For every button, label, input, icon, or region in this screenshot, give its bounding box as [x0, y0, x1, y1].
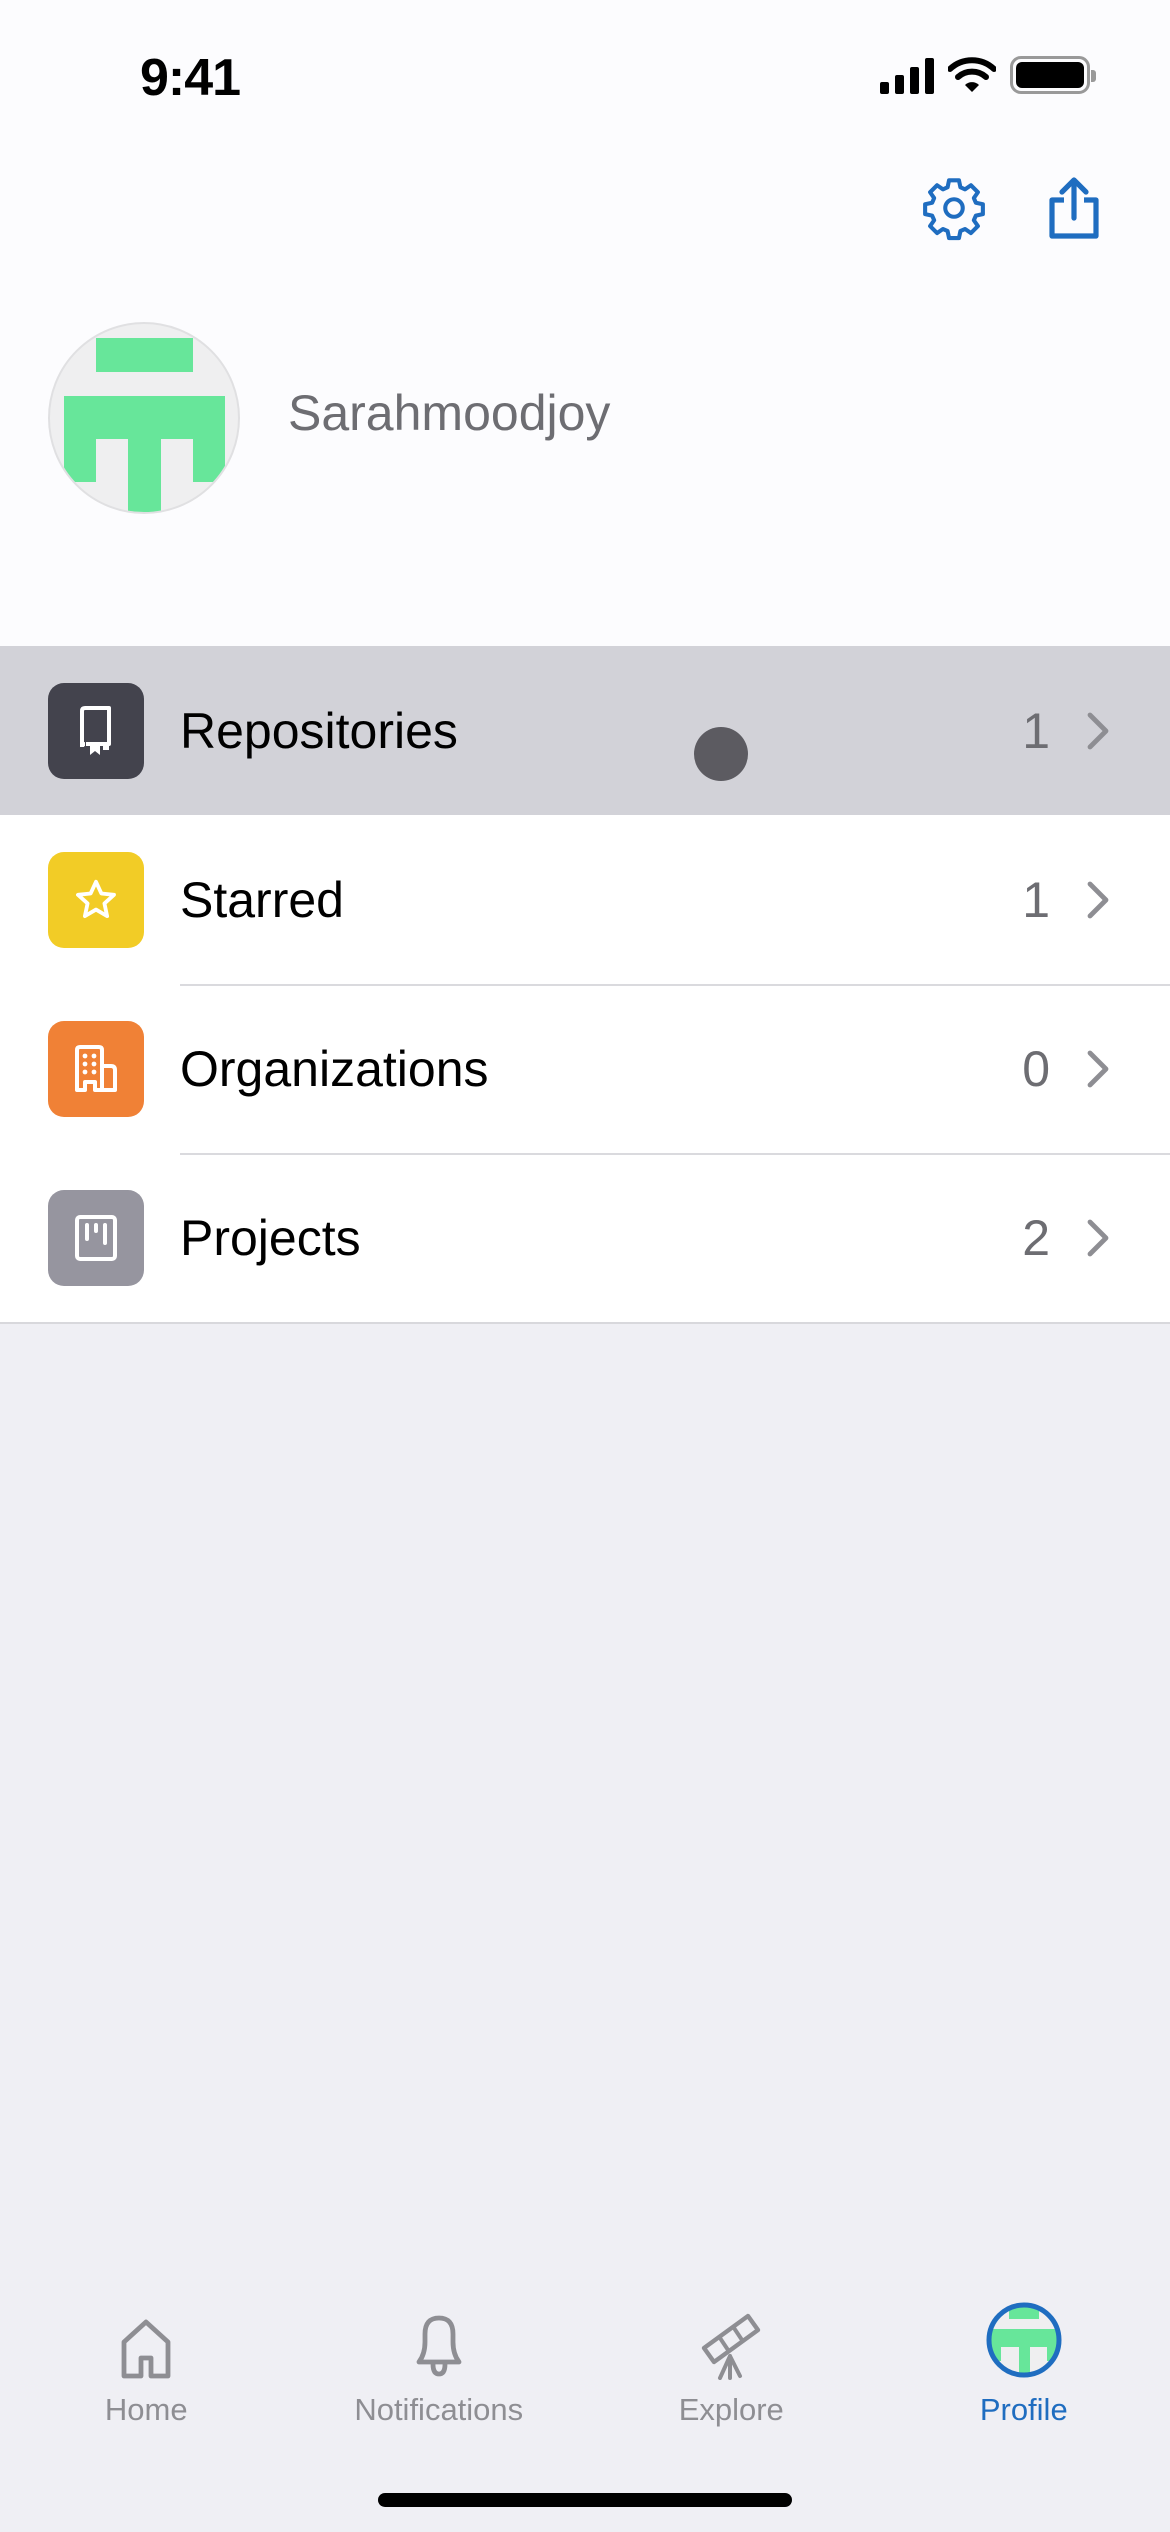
- wifi-icon: [948, 57, 996, 92]
- star-icon: [76, 879, 116, 918]
- tab-label: Notifications: [354, 2392, 524, 2427]
- tab-label: Home: [104, 2392, 188, 2427]
- avatar[interactable]: [48, 322, 240, 514]
- menu-item-label: Starred: [180, 871, 344, 928]
- organization-icon: [75, 1044, 117, 1092]
- identicon: [64, 338, 225, 512]
- tab-label: Profile: [979, 2392, 1068, 2427]
- chevron-right-icon: [1087, 881, 1109, 918]
- menu-item-projects[interactable]: Projects 2: [0, 1153, 1170, 1322]
- menu-item-repositories[interactable]: Repositories 1: [0, 646, 1170, 815]
- menu-item-count: 1: [1022, 871, 1050, 928]
- username: Sarahmoodjoy: [288, 385, 611, 441]
- profile-menu-list: Repositories 1 Starred 1 Organizations 0: [0, 646, 1170, 1324]
- battery-icon: [1010, 56, 1096, 94]
- tab-home[interactable]: Home: [0, 2290, 293, 2460]
- menu-item-label: Organizations: [180, 1040, 489, 1097]
- tab-notifications[interactable]: Notifications: [293, 2290, 586, 2460]
- share-button[interactable]: [1036, 170, 1112, 246]
- menu-item-label: Repositories: [180, 702, 458, 759]
- tab-profile[interactable]: Profile: [878, 2290, 1170, 2460]
- chevron-right-icon: [1087, 712, 1109, 749]
- status-icons: [880, 56, 1096, 94]
- repo-icon-tile: [48, 682, 144, 779]
- menu-item-count: 1: [1022, 702, 1050, 759]
- row-separator: [180, 984, 1170, 986]
- home-indicator[interactable]: [378, 2493, 792, 2507]
- repo-icon: [80, 705, 111, 755]
- share-icon: [1049, 177, 1099, 239]
- star-icon-tile: [48, 851, 144, 948]
- tab-explore[interactable]: Explore: [585, 2290, 878, 2460]
- row-separator: [180, 1153, 1170, 1155]
- organization-icon-tile: [48, 1020, 144, 1117]
- menu-item-count: 0: [1022, 1040, 1050, 1097]
- menu-item-count: 2: [1022, 1209, 1050, 1266]
- chevron-right-icon: [1087, 1050, 1109, 1087]
- menu-item-starred[interactable]: Starred 1: [0, 815, 1170, 984]
- project-icon-tile: [48, 1189, 144, 1286]
- tab-bar: Home Notifications Explore Profile: [0, 2290, 1170, 2460]
- status-time: 9:41: [140, 49, 241, 107]
- telescope-icon: [702, 2313, 761, 2380]
- gear-icon: [923, 178, 985, 241]
- menu-item-organizations[interactable]: Organizations 0: [0, 984, 1170, 1153]
- settings-button[interactable]: [916, 170, 992, 246]
- cellular-signal-icon: [880, 56, 934, 94]
- avatar-icon: [986, 2302, 1062, 2378]
- chevron-right-icon: [1087, 1219, 1109, 1256]
- menu-item-label: Projects: [180, 1209, 361, 1266]
- project-icon: [75, 1214, 117, 1261]
- tab-label: Explore: [678, 2392, 784, 2427]
- home-icon: [121, 2319, 171, 2379]
- bell-icon: [416, 2315, 462, 2377]
